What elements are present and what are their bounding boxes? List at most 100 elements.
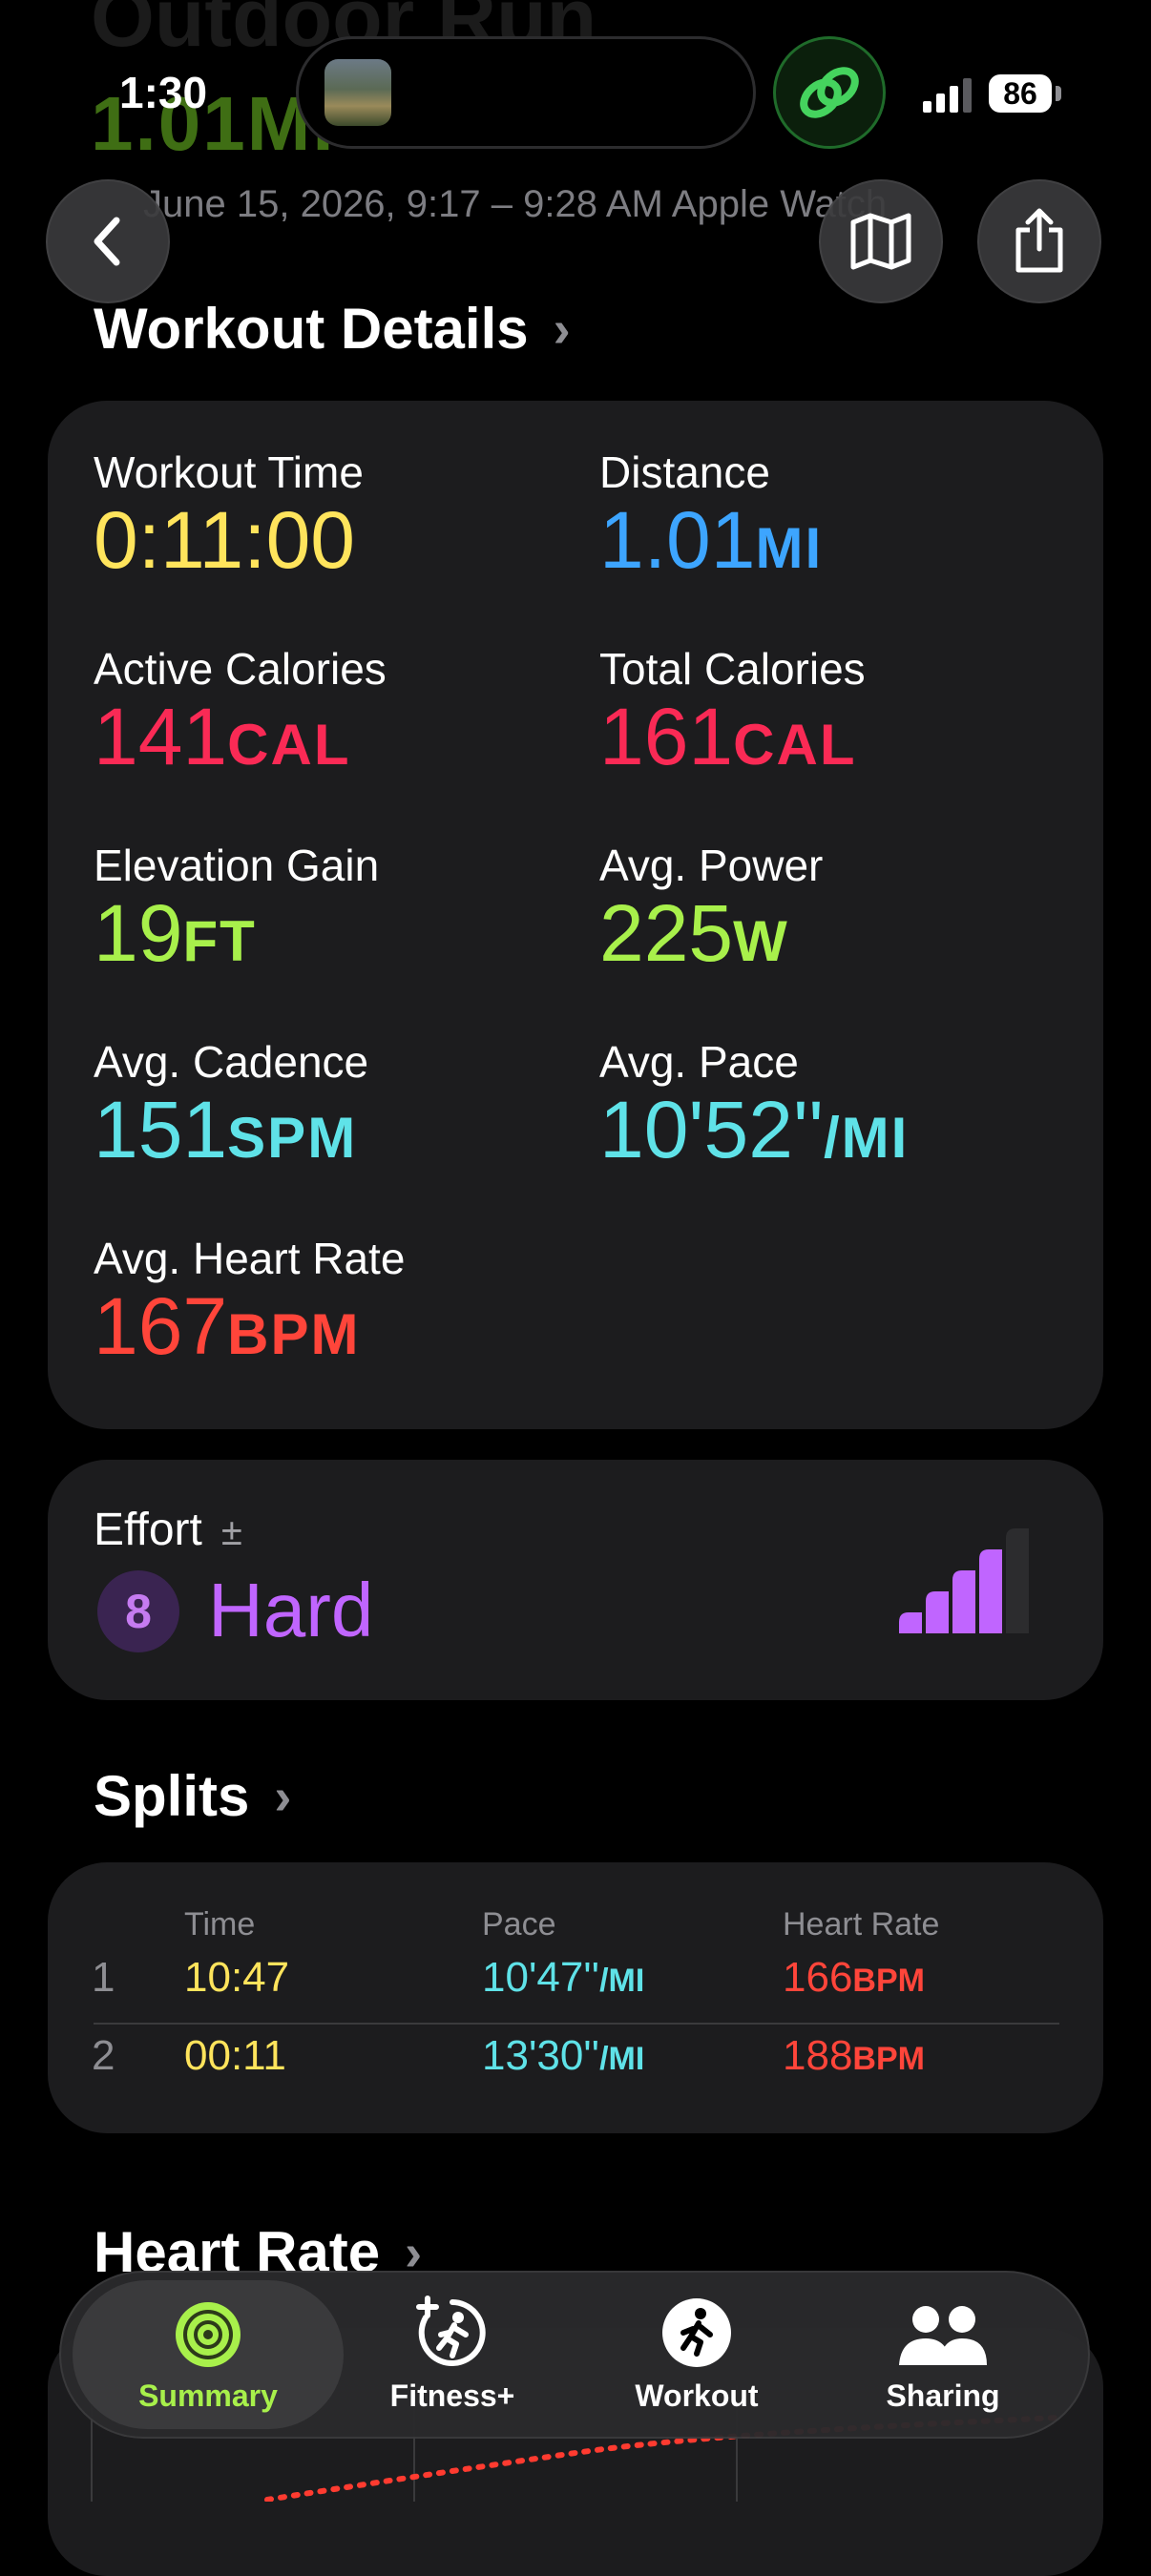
- split-hr: 166: [783, 1954, 853, 2001]
- people-icon: [899, 2306, 987, 2365]
- effort-bar: [899, 1612, 922, 1633]
- split-hr-unit: BPM: [852, 1963, 925, 1999]
- stat-active-calories: Active Calories 141CAL: [94, 643, 387, 777]
- battery-level: 86: [989, 74, 1052, 113]
- split-index-cell: 1: [92, 1954, 115, 2002]
- effort-label-row: Effort ±: [94, 1504, 242, 1556]
- cellular-signal-icon: [923, 78, 972, 113]
- stat-label: Avg. Cadence: [94, 1037, 369, 1087]
- stat-avg-cadence: Avg. Cadence 151SPM: [94, 1036, 368, 1170]
- tab-summary[interactable]: Summary: [94, 2288, 323, 2423]
- split-hr-unit: BPM: [852, 2041, 925, 2077]
- effort-bar: [1006, 1528, 1029, 1633]
- activity-rings-icon: [176, 2302, 241, 2367]
- stat-avg-power: Avg. Power 225W: [599, 840, 823, 973]
- split-pace-unit: /MI: [599, 1963, 645, 1999]
- split-time-cell: 00:11: [184, 2032, 286, 2080]
- share-icon: [1015, 208, 1063, 273]
- fitness-plus-icon: [416, 2296, 486, 2366]
- splits-divider: [94, 2023, 1059, 2025]
- stat-label: Active Calories: [94, 644, 387, 694]
- split-index: 2: [92, 2032, 115, 2079]
- live-activity-indicator[interactable]: [773, 36, 886, 149]
- tab-label: Summary: [138, 2379, 278, 2413]
- now-playing-thumbnail: [324, 59, 391, 126]
- split-index: 1: [92, 1954, 115, 2001]
- stat-value-row: 0:11:00: [94, 500, 364, 580]
- stat-distance: Distance 1.01MI: [599, 447, 823, 580]
- stat-label: Avg. Power: [599, 841, 824, 890]
- splits-col-heart-rate: Heart Rate: [783, 1906, 940, 1942]
- stat-unit: /MI: [823, 1106, 910, 1170]
- stat-value: 141: [94, 692, 228, 781]
- split-pace-unit: /MI: [599, 2041, 645, 2077]
- chevron-right-icon: ›: [274, 1767, 292, 1825]
- tab-sharing[interactable]: Sharing: [828, 2288, 1057, 2423]
- stat-value-row: 141CAL: [94, 696, 387, 777]
- stat-value-row: 225W: [599, 893, 823, 973]
- split-index-cell: 2: [92, 2032, 115, 2080]
- link-rings-icon: [800, 67, 859, 118]
- stat-value-row: 19FT: [94, 893, 379, 973]
- stat-label: Total Calories: [599, 644, 866, 694]
- split-pace: 13'30'': [482, 2032, 600, 2079]
- tab-fitness-plus[interactable]: Fitness+: [338, 2288, 567, 2423]
- share-button[interactable]: [977, 179, 1101, 303]
- stat-avg-heart-rate: Avg. Heart Rate 167BPM: [94, 1233, 405, 1366]
- battery-tip: [1056, 86, 1061, 101]
- stat-value: 161: [599, 692, 734, 781]
- effort-bar: [926, 1591, 949, 1633]
- stat-unit: BPM: [227, 1302, 361, 1366]
- stat-elevation-gain: Elevation Gain 19FT: [94, 840, 379, 973]
- stat-value: 225: [599, 888, 734, 978]
- split-pace-cell: 13'30''/MI: [482, 2032, 644, 2080]
- workout-details-header[interactable]: Workout Details ›: [94, 296, 571, 362]
- section-title: Workout Details: [94, 297, 529, 361]
- stat-workout-time: Workout Time 0:11:00: [94, 447, 364, 580]
- plus-minus-icon[interactable]: ±: [221, 1511, 242, 1553]
- effort-bar: [979, 1549, 1002, 1633]
- back-button[interactable]: [46, 179, 170, 303]
- chevron-right-icon: ›: [553, 300, 571, 358]
- stat-label: Distance: [599, 447, 770, 497]
- stat-value-row: 161CAL: [599, 696, 866, 777]
- stat-unit: CAL: [227, 713, 351, 777]
- stat-total-calories: Total Calories 161CAL: [599, 643, 866, 777]
- stat-label: Avg. Pace: [599, 1037, 799, 1087]
- split-time: 00:11: [184, 2032, 286, 2079]
- stat-label: Workout Time: [94, 447, 364, 497]
- effort-label: Effort: [94, 1505, 202, 1555]
- stat-label: Avg. Heart Rate: [94, 1234, 406, 1283]
- stat-unit: FT: [182, 909, 257, 973]
- stat-value: 10'52'': [599, 1085, 824, 1174]
- section-title: Splits: [94, 1764, 250, 1828]
- stat-unit: MI: [755, 516, 824, 580]
- splits-col-pace: Pace: [482, 1906, 556, 1942]
- tab-label: Workout: [635, 2379, 759, 2413]
- tab-label: Sharing: [886, 2379, 1000, 2413]
- stat-value-row: 10'52''/MI: [599, 1090, 909, 1170]
- stat-value-row: 1.01MI: [599, 500, 823, 580]
- stat-unit: CAL: [733, 713, 857, 777]
- stat-value: 1.01: [599, 495, 756, 585]
- effort-score-badge: 8: [97, 1570, 179, 1652]
- stat-unit: SPM: [227, 1106, 358, 1170]
- workout-date-subtitle: June 15, 2026, 9:17 – 9:28 AM Apple Watc…: [143, 183, 888, 225]
- splits-header[interactable]: Splits ›: [94, 1763, 291, 1829]
- split-hr-cell: 188BPM: [783, 2032, 925, 2080]
- splits-col-time: Time: [184, 1906, 256, 1942]
- tab-label: Fitness+: [389, 2379, 515, 2413]
- stat-value: 167: [94, 1281, 228, 1371]
- stat-avg-pace: Avg. Pace 10'52''/MI: [599, 1036, 909, 1170]
- split-pace: 10'47'': [482, 1954, 600, 2001]
- split-pace-cell: 10'47''/MI: [482, 1954, 644, 2002]
- tab-workout[interactable]: Workout: [582, 2288, 811, 2423]
- stat-value: 19: [94, 888, 183, 978]
- split-time-cell: 10:47: [184, 1954, 289, 2002]
- stat-value: 0:11:00: [94, 495, 356, 585]
- status-time: 1:30: [119, 68, 208, 117]
- effort-level-text: Hard: [208, 1568, 374, 1652]
- effort-bars-icon: [899, 1528, 1029, 1633]
- split-time: 10:47: [184, 1954, 290, 2001]
- map-button[interactable]: [819, 179, 943, 303]
